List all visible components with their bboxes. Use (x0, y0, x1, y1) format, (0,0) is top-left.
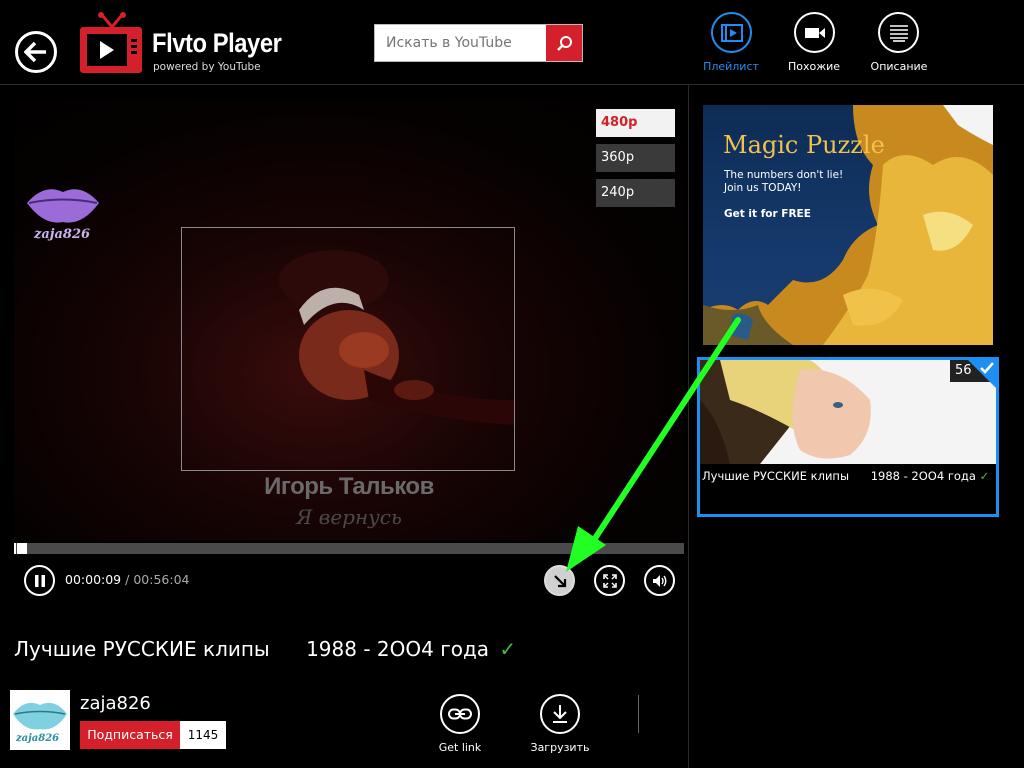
playlist-item-title: Лучшие РУССКИЕ клипы 1988 - 2OO4 года ✓ (702, 469, 989, 483)
time-display: 00:00:09 / 00:56:04 (65, 572, 189, 587)
current-time: 00:00:09 (65, 572, 122, 587)
speaker-icon (652, 574, 666, 587)
channel-avatar[interactable]: zaja826 (10, 690, 70, 750)
tab-playlist[interactable] (711, 12, 752, 53)
fullscreen-icon (602, 573, 617, 588)
actions-divider (638, 695, 639, 733)
download-label: Загрузить (530, 741, 590, 754)
playlist-item-check-icon: ✓ (979, 469, 990, 483)
video-title-years: 1988 - 2OO4 года (306, 637, 490, 661)
seek-handle[interactable] (17, 543, 27, 554)
subscribe-button[interactable]: Подписаться (80, 721, 180, 749)
search-icon (556, 35, 572, 51)
volume-button[interactable] (644, 565, 675, 596)
pause-button[interactable] (24, 565, 55, 596)
quality-option-240p[interactable]: 240p (596, 179, 675, 207)
download-button[interactable] (540, 694, 580, 734)
channel-name[interactable]: zaja826 (80, 693, 151, 714)
avatar-text: zaja826 (16, 733, 60, 744)
sidebar-divider (688, 85, 689, 768)
playlist-item-title-text: Лучшие РУССКИЕ клипы (702, 469, 850, 483)
tab-related-label: Похожие (787, 60, 841, 73)
selected-corner-check-icon (968, 360, 996, 388)
video-frame[interactable]: zaja826 Игорь Тальков Я вернусь (14, 100, 684, 540)
link-icon (448, 708, 472, 720)
header-divider (0, 84, 1024, 85)
seek-bar[interactable] (14, 543, 684, 554)
tab-description-label: Описание (870, 60, 928, 73)
playlist-item-years: 1988 - 2OO4 года (870, 469, 976, 483)
pause-icon (34, 574, 45, 587)
check-icon: ✓ (499, 637, 517, 661)
video-title: Лучшие РУССКИЕ клипы 1988 - 2OO4 года ✓ (14, 637, 516, 661)
back-arrow-icon (24, 41, 46, 63)
tab-description[interactable] (878, 12, 919, 53)
flvto-logo-icon (80, 12, 142, 73)
overlay-title: Игорь Тальков (264, 473, 434, 500)
arrow-down-right-icon (553, 574, 566, 587)
video-figure-image (279, 250, 514, 425)
watermark-logo: zaja826 (24, 178, 104, 248)
search-input[interactable] (375, 25, 545, 61)
seek-progress (14, 543, 16, 554)
app-title: Flvto Player (152, 28, 282, 58)
video-camera-icon (804, 27, 825, 38)
subscriber-count: 1145 (180, 721, 226, 749)
watermark-text: zaja826 (34, 227, 91, 242)
get-link-label: Get link (438, 741, 482, 754)
tab-related[interactable] (794, 12, 835, 53)
ad-banner[interactable]: Magic Puzzle The numbers don't lie! Join… (703, 105, 993, 345)
lips-icon (27, 189, 99, 223)
duration: 00:56:04 (133, 572, 190, 587)
quality-option-480p[interactable]: 480p (596, 109, 675, 137)
avatar-lips-icon (13, 702, 67, 730)
back-button[interactable] (15, 31, 57, 73)
playlist-item[interactable]: 56 Лучшие РУССКИЕ клипы 1988 - 2OO4 года… (697, 357, 999, 517)
search-button[interactable] (546, 25, 582, 61)
get-link-button[interactable] (440, 694, 480, 734)
playlist-thumbnail: 56 (700, 360, 996, 464)
tab-playlist-label: Плейлист (703, 60, 759, 73)
download-icon (553, 705, 567, 723)
video-title-text: Лучшие РУССКИЕ клипы (14, 637, 270, 661)
description-icon (889, 24, 908, 42)
ad-line-1: The numbers don't lie! (724, 169, 844, 181)
search-box (374, 24, 583, 62)
ad-cta[interactable]: Get it for FREE (724, 208, 811, 220)
app-subtitle: powered by YouTube (153, 61, 261, 73)
ad-line-2: Join us TODAY! (724, 182, 802, 194)
quality-option-360p[interactable]: 360p (596, 144, 675, 172)
popout-button[interactable] (544, 565, 575, 596)
fullscreen-button[interactable] (594, 565, 625, 596)
playlist-icon (720, 23, 743, 42)
time-separator: / (125, 572, 130, 587)
overlay-subtitle: Я вернусь (296, 505, 402, 529)
ad-title: Magic Puzzle (723, 131, 885, 159)
